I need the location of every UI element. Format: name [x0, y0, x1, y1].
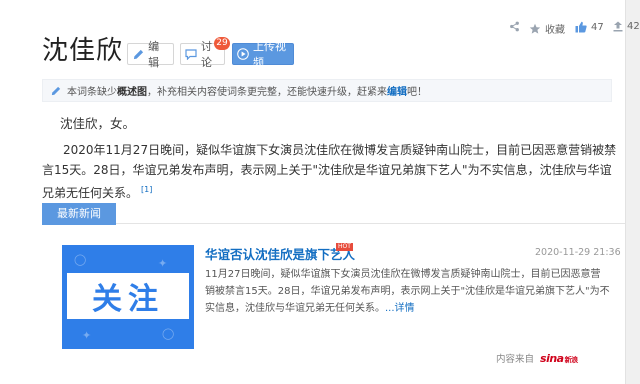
thumb-up-icon [575, 21, 587, 33]
favorite-label: 收藏 [545, 25, 565, 36]
share-count-action[interactable]: 42 [613, 21, 640, 32]
reference-link[interactable]: [1] [141, 185, 152, 194]
discuss-count-badge: 29 [214, 37, 230, 50]
page-title: 沈佳欣 [42, 36, 124, 66]
edit-button[interactable]: 编辑 [127, 40, 174, 69]
sina-logo[interactable]: sina新浪 [540, 352, 578, 365]
paragraph-text: 2020年11月27日晚间，疑似华谊旗下女演员沈佳欣在微博发言质疑钟南山院士，目… [42, 143, 617, 200]
notice-edit-link[interactable]: 编辑 [387, 83, 407, 98]
share-action[interactable] [509, 21, 524, 32]
news-thumbnail[interactable]: ◯ ✦ ✦ ◯ 关注 [62, 245, 194, 349]
decor-mark: ◯ [74, 253, 87, 266]
share-count-icon [613, 21, 623, 32]
like-count: 47 [591, 21, 604, 33]
decor-mark: ✦ [158, 257, 168, 270]
news-section-divider [42, 223, 625, 224]
news-title-link[interactable]: 华谊否认沈佳欣是旗下艺人 [205, 244, 355, 263]
notice-middle: ，补充相关内容使词条更完整，还能快速升级，赶紧来 [147, 87, 387, 98]
notice-suffix: 吧！ [407, 87, 427, 98]
notice-missing-item: 概述图 [117, 87, 147, 98]
sina-logo-text: sina [540, 351, 564, 365]
notice-prefix: 本词条缺少 [67, 87, 117, 98]
news-excerpt: 11月27日晚间，疑似华谊旗下女演员沈佳欣在微博发言质疑钟南山院士，目前已因恶意… [205, 266, 610, 317]
upload-icon [237, 47, 249, 61]
missing-image-notice: 本词条缺少 概述图 ，补充相关内容使词条更完整，还能快速升级，赶紧来 编辑 吧！ [42, 79, 612, 102]
thumbnail-text: 关注 [92, 282, 164, 317]
like-button[interactable]: 47 [575, 21, 604, 33]
pencil-icon [132, 47, 144, 61]
decor-mark: ◯ [162, 327, 175, 340]
decor-mark: ✦ [82, 329, 92, 342]
tab-latest-news[interactable]: 最新新闻 [42, 203, 116, 225]
edit-label: 编辑 [148, 40, 160, 69]
hot-badge: HOT [336, 243, 353, 251]
info-pencil-icon [51, 86, 61, 96]
news-date: 2020-11-29 21:36 [535, 247, 621, 258]
upload-video-button[interactable]: 上传视频 [232, 40, 294, 69]
source-label: 内容来自 [496, 354, 535, 365]
thumbnail-text-box: 关注 [67, 273, 189, 319]
sina-logo-sub: 新浪 [564, 355, 579, 364]
chat-icon [185, 47, 197, 61]
upload-label: 上传视频 [253, 40, 286, 69]
entry-summary: 沈佳欣，女。 [60, 116, 136, 131]
star-icon [529, 23, 541, 35]
share-count: 42 [627, 21, 640, 32]
share-icon [509, 21, 520, 32]
page-scrollbar[interactable] [625, 0, 640, 384]
entry-paragraph: 2020年11月27日晚间，疑似华谊旗下女演员沈佳欣在微博发言质疑钟南山院士，目… [42, 140, 617, 203]
favorite-button[interactable]: 收藏 [529, 21, 565, 36]
news-detail-link[interactable]: ...详情 [385, 303, 415, 314]
news-source: 内容来自 sina新浪 [496, 351, 578, 366]
